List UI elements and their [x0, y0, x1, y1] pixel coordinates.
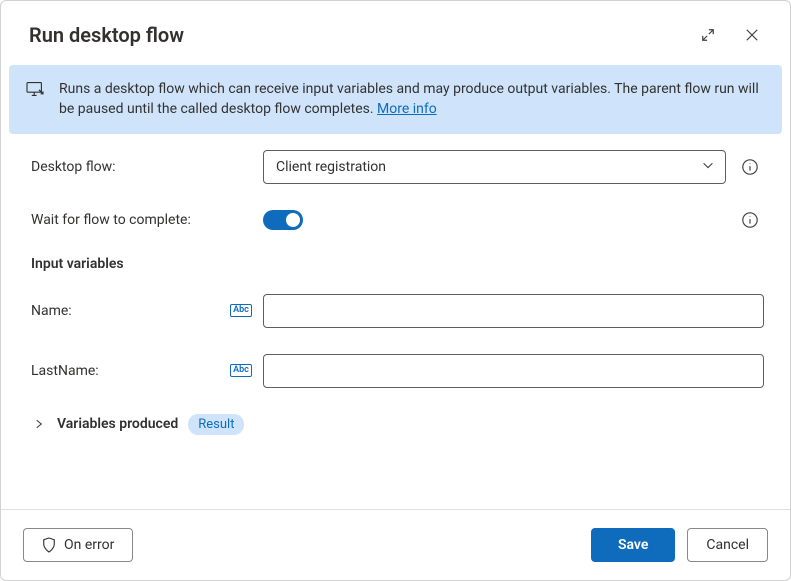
lastname-row: LastName: Abc — [31, 354, 764, 388]
name-row: Name: Abc — [31, 294, 764, 328]
on-error-label: On error — [64, 537, 114, 553]
chevron-down-icon — [701, 158, 715, 176]
info-banner: Runs a desktop flow which can receive in… — [9, 65, 782, 134]
close-button[interactable] — [736, 19, 768, 51]
lastname-label: LastName: — [31, 363, 219, 379]
info-icon — [741, 158, 759, 176]
expand-button[interactable] — [692, 19, 724, 51]
variables-produced-row: Variables produced Result — [31, 414, 764, 435]
name-label: Name: — [31, 303, 219, 319]
dialog-footer: On error Save Cancel — [1, 509, 790, 580]
toggle-knob — [286, 213, 300, 227]
text-type-icon: Abc — [230, 304, 252, 317]
wait-toggle[interactable] — [263, 210, 303, 230]
expand-icon — [701, 28, 715, 42]
desktop-flow-info-button[interactable] — [736, 158, 764, 176]
chevron-right-icon — [33, 418, 45, 430]
more-info-link[interactable]: More info — [377, 101, 437, 117]
wait-info-button[interactable] — [736, 211, 764, 229]
desktop-flow-row: Desktop flow: Client registration — [31, 150, 764, 184]
save-button[interactable]: Save — [591, 528, 675, 562]
lastname-input[interactable] — [263, 354, 764, 388]
shield-icon — [42, 537, 56, 553]
result-variable-pill[interactable]: Result — [188, 414, 244, 435]
dialog-content: Desktop flow: Client registration Wait f… — [1, 144, 790, 509]
desktop-flow-select[interactable]: Client registration — [263, 150, 726, 184]
dialog-header: Run desktop flow — [1, 1, 790, 65]
text-type-icon: Abc — [230, 364, 252, 377]
desktop-flow-icon — [25, 81, 45, 103]
input-variables-heading: Input variables — [31, 256, 764, 272]
desktop-flow-value: Client registration — [276, 159, 386, 175]
variables-produced-label: Variables produced — [57, 416, 178, 432]
wait-row: Wait for flow to complete: — [31, 210, 764, 230]
on-error-button[interactable]: On error — [23, 528, 133, 562]
dialog-title: Run desktop flow — [29, 23, 680, 47]
wait-label: Wait for flow to complete: — [31, 212, 219, 228]
desktop-flow-label: Desktop flow: — [31, 159, 219, 175]
info-text: Runs a desktop flow which can receive in… — [59, 79, 762, 120]
close-icon — [745, 28, 759, 42]
name-input[interactable] — [263, 294, 764, 328]
expand-variables-button[interactable] — [31, 418, 47, 430]
info-icon — [741, 211, 759, 229]
dialog: Run desktop flow Runs a desktop flow whi… — [0, 0, 791, 581]
cancel-button[interactable]: Cancel — [687, 528, 768, 562]
